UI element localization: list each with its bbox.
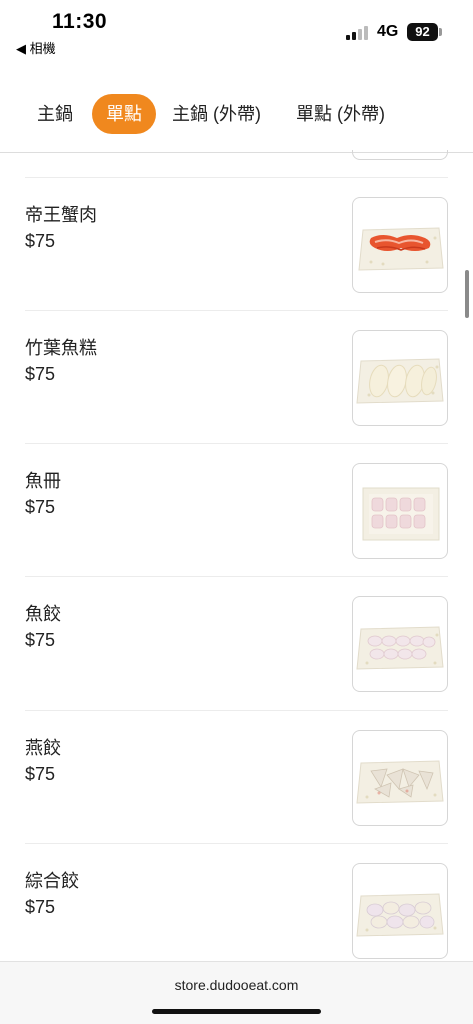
item-price: $75 (25, 364, 56, 384)
item-price: $75 (25, 497, 56, 517)
tab-main-pot-takeaway[interactable]: 主鍋 (外帶) (172, 94, 261, 134)
item-price: $75 (25, 897, 56, 917)
list-item[interactable]: 綜合餃 $75 (0, 843, 473, 976)
item-image[interactable] (352, 463, 448, 559)
item-name: 綜合餃 (25, 871, 79, 891)
item-image[interactable] (352, 730, 448, 826)
scrollbar[interactable] (465, 270, 469, 318)
item-image[interactable] (352, 596, 448, 692)
tab-a-la-carte[interactable]: 單點 (92, 94, 156, 134)
network-type: 4G (377, 23, 399, 40)
list-item[interactable]: 魚餃 $75 (0, 576, 473, 709)
list-item[interactable]: 燕餃 $75 (0, 710, 473, 843)
category-tabs: 主鍋 單點 主鍋 (外帶) 單點 (外帶) (0, 88, 473, 144)
list-item[interactable]: 魚冊 $75 (0, 443, 473, 576)
item-image[interactable] (352, 330, 448, 426)
item-price: $75 (25, 764, 56, 784)
tab-a-la-carte-takeaway[interactable]: 單點 (外帶) (296, 94, 385, 134)
item-image[interactable] (352, 197, 448, 293)
item-price: $75 (25, 630, 56, 650)
item-name: 帝王蟹肉 (25, 205, 97, 225)
signal-icon (346, 24, 370, 40)
item-name: 魚餃 (25, 604, 61, 624)
item-name: 魚冊 (25, 471, 61, 491)
previous-item-image[interactable] (352, 150, 448, 160)
item-name: 燕餃 (25, 738, 61, 758)
tab-main-pot[interactable]: 主鍋 (37, 94, 73, 134)
list-item[interactable]: 竹葉魚糕 $75 (0, 310, 473, 443)
url-bar[interactable]: store.dudooeat.com (0, 977, 473, 993)
back-to-app-link[interactable]: ◀ 相機 (16, 38, 56, 57)
list-item[interactable]: 帝王蟹肉 $75 (0, 177, 473, 310)
item-image[interactable] (352, 863, 448, 959)
item-price: $75 (25, 231, 56, 251)
home-indicator[interactable] (152, 1009, 321, 1014)
browser-bottom-bar: store.dudooeat.com (0, 961, 473, 1024)
status-bar: 11:30 ◀ 相機 4G 92 (0, 0, 473, 60)
battery-icon: 92 (407, 23, 438, 41)
item-name: 竹葉魚糕 (25, 338, 97, 358)
status-time: 11:30 (52, 10, 108, 33)
battery-tip (439, 28, 442, 36)
